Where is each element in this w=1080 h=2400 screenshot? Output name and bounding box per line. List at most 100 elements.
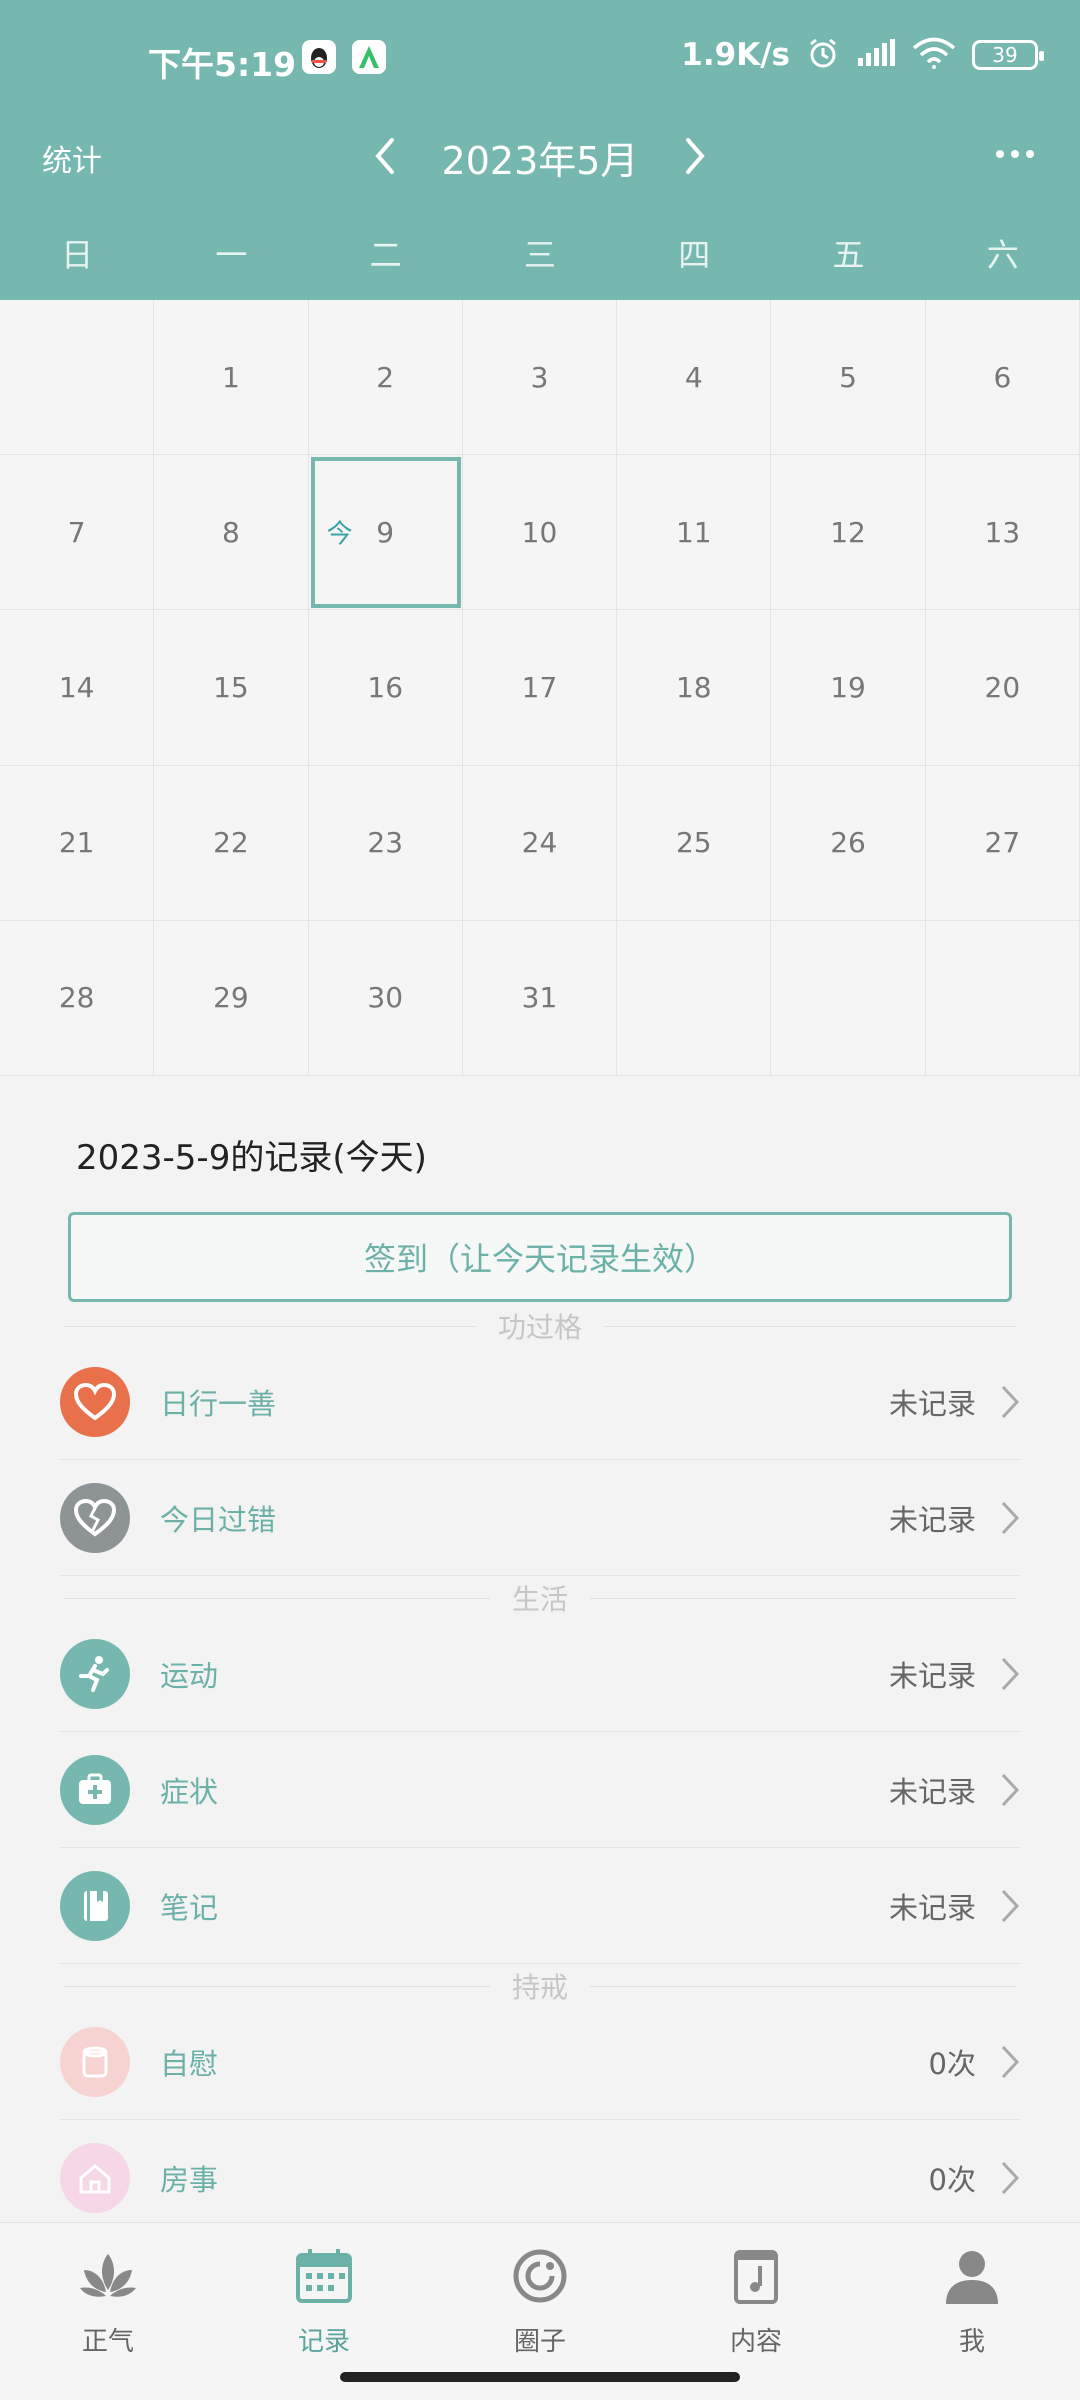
calendar-day[interactable]: 8 (154, 455, 309, 611)
tab-label: 正气 (81, 2327, 134, 2357)
next-month-button[interactable] (670, 126, 720, 186)
calendar-day (617, 920, 772, 1076)
record-row[interactable]: 今日过错 未记录 (60, 1460, 1020, 1576)
tab-zhengqi[interactable]: 正气 (0, 2223, 216, 2400)
record-label: 房事 (160, 2162, 219, 2197)
calendar-day[interactable]: 1 (154, 300, 309, 456)
calendar-day[interactable]: 25 (617, 765, 772, 921)
chevron-left-icon (375, 138, 394, 174)
record-row[interactable]: 自慰 0次 (60, 2004, 1020, 2120)
chevron-right-icon (1001, 1773, 1020, 1806)
calendar-day[interactable]: 21 (0, 765, 155, 921)
record-label: 今日过错 (160, 1502, 277, 1537)
calendar-day[interactable]: 10 (462, 455, 618, 611)
calendar-grid: 1 2 3 4 5 6 7 8 今 9 10 11 12 13 14 15 16… (0, 300, 1080, 1076)
more-button[interactable] (990, 134, 1040, 174)
calendar-day[interactable]: 3 (462, 300, 618, 456)
calendar-day[interactable]: 13 (925, 455, 1080, 611)
record-value: 未记录 (888, 1658, 976, 1693)
record-value: 未记录 (888, 1502, 976, 1537)
record-label: 笔记 (160, 1890, 219, 1925)
record-row[interactable]: 运动 未记录 (60, 1616, 1020, 1732)
calendar-day[interactable]: 24 (462, 765, 618, 921)
calendar-day[interactable]: 5 (771, 300, 926, 456)
stats-button[interactable]: 统计 (42, 136, 102, 180)
calendar-day[interactable]: 7 (0, 455, 155, 611)
status-indicators: 1.9K/s 39 (681, 36, 1044, 74)
app-header: 下午5:19 1.9K/s 39 统计 2023年5月 日 一 二 三 四 五 … (0, 0, 1080, 300)
calendar-day[interactable]: 23 (308, 765, 463, 921)
alarm-icon (806, 36, 840, 74)
calendar-day[interactable]: 16 (308, 610, 463, 766)
calendar-day[interactable]: 15 (154, 610, 309, 766)
qq-icon (302, 40, 336, 74)
circle-icon (505, 2241, 575, 2311)
calendar-day[interactable]: 2 (308, 300, 463, 456)
record-row[interactable]: 房事 0次 (60, 2120, 1020, 2236)
wifi-icon (912, 37, 956, 73)
chevron-right-icon (1001, 1889, 1020, 1922)
tab-label: 圈子 (513, 2327, 566, 2357)
weekday-row: 日 一 二 三 四 五 六 (0, 230, 1080, 290)
record-label: 日行一善 (160, 1386, 277, 1421)
section-title: 功过格 (475, 1306, 605, 1346)
home-indicator (340, 2372, 740, 2382)
chevron-right-icon (686, 138, 705, 174)
calendar-day[interactable]: 17 (462, 610, 618, 766)
calendar-day[interactable]: 11 (617, 455, 772, 611)
record-label: 自慰 (160, 2046, 219, 2081)
network-speed: 1.9K/s (681, 37, 790, 73)
weekday-label: 二 (369, 236, 402, 274)
broken-heart-icon (60, 1482, 130, 1553)
calendar-day[interactable]: 19 (771, 610, 926, 766)
calendar-day (0, 300, 155, 456)
house-icon (60, 2142, 130, 2213)
section-title: 持戒 (489, 1966, 591, 2006)
battery-indicator: 39 (972, 40, 1044, 70)
record-row[interactable]: 症状 未记录 (60, 1732, 1020, 1848)
tab-me[interactable]: 我 (864, 2223, 1080, 2400)
app-store-icon (352, 40, 386, 74)
calendar-day[interactable]: 14 (0, 610, 155, 766)
calendar-day (771, 920, 926, 1076)
lotus-icon (73, 2241, 143, 2311)
weekday-label: 日 (61, 236, 94, 274)
heart-icon (60, 1366, 130, 1437)
music-book-icon (721, 2241, 791, 2311)
calendar-day-today[interactable]: 今 9 (308, 455, 463, 611)
calendar-day[interactable]: 26 (771, 765, 926, 921)
calendar-day (925, 920, 1080, 1076)
running-icon (60, 1638, 130, 1709)
prev-month-button[interactable] (360, 126, 410, 186)
calendar-day[interactable]: 6 (925, 300, 1080, 456)
record-row[interactable]: 笔记 未记录 (60, 1848, 1020, 1964)
calendar-day[interactable]: 31 (462, 920, 618, 1076)
calendar-day[interactable]: 12 (771, 455, 926, 611)
calendar-day-number: 9 (376, 515, 395, 549)
calendar-day[interactable]: 22 (154, 765, 309, 921)
section-divider: 持戒 (64, 1966, 1016, 2006)
calendar-day[interactable]: 4 (617, 300, 772, 456)
calendar-day[interactable]: 18 (617, 610, 772, 766)
record-row[interactable]: 日行一善 未记录 (60, 1344, 1020, 1460)
calendar-day[interactable]: 28 (0, 920, 155, 1076)
record-label: 运动 (160, 1658, 219, 1693)
weekday-label: 一 (215, 236, 248, 274)
calendar-day[interactable]: 30 (308, 920, 463, 1076)
medkit-icon (60, 1754, 130, 1825)
chevron-right-icon (1001, 1501, 1020, 1534)
record-value: 0次 (928, 2046, 976, 2081)
chevron-right-icon (1001, 2161, 1020, 2194)
weekday-label: 五 (832, 236, 865, 274)
signin-button[interactable]: 签到（让今天记录生效） (68, 1212, 1012, 1302)
record-value: 未记录 (888, 1890, 976, 1925)
calendar-day[interactable]: 29 (154, 920, 309, 1076)
month-nav: 统计 2023年5月 (0, 120, 1080, 190)
record-value: 未记录 (888, 1774, 976, 1809)
tab-label: 记录 (297, 2327, 350, 2357)
tab-label: 内容 (729, 2327, 782, 2357)
person-icon (937, 2241, 1007, 2311)
weekday-label: 四 (678, 236, 711, 274)
calendar-day[interactable]: 27 (925, 765, 1080, 921)
calendar-day[interactable]: 20 (925, 610, 1080, 766)
